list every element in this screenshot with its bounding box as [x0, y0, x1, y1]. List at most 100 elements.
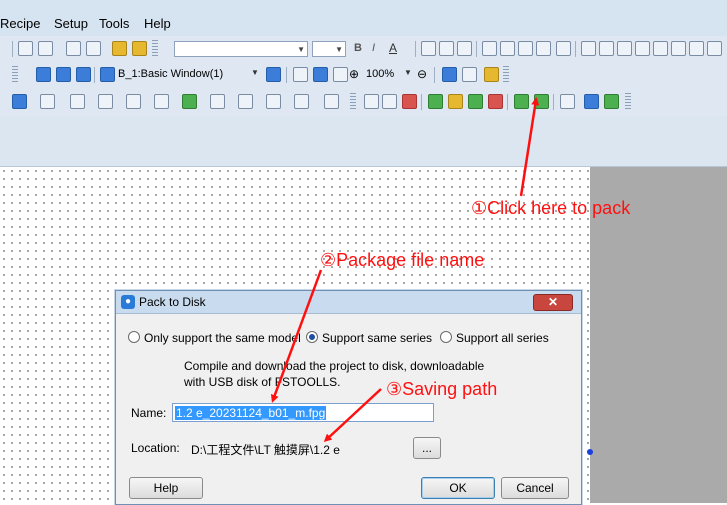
chart-icon[interactable]: [70, 94, 85, 109]
slider-icon[interactable]: [154, 94, 169, 109]
radio-button[interactable]: [306, 331, 318, 343]
separator: [94, 67, 95, 83]
radio-same-model[interactable]: Only support the same model: [128, 331, 301, 345]
bold-icon[interactable]: B: [354, 42, 362, 54]
italic-icon[interactable]: I: [372, 42, 375, 54]
text-effect-icon[interactable]: [653, 41, 668, 56]
radio-all-series[interactable]: Support all series: [440, 331, 549, 345]
tool-icon[interactable]: [402, 94, 417, 109]
simulate-icon[interactable]: [514, 94, 529, 109]
radio-button[interactable]: [440, 331, 452, 343]
layer-icon[interactable]: [482, 41, 497, 56]
toolbar-gripper[interactable]: [12, 66, 18, 84]
zoom-out-icon[interactable]: ⊖: [417, 67, 427, 81]
pack-to-disk-icon[interactable]: [448, 94, 463, 109]
window-icon[interactable]: [293, 67, 308, 82]
chevron-down-icon[interactable]: ▼: [404, 68, 412, 77]
csv-icon[interactable]: [584, 94, 599, 109]
separator: [434, 67, 435, 83]
align-icon[interactable]: [18, 41, 33, 56]
layer-icon[interactable]: [500, 41, 515, 56]
browse-button[interactable]: ...: [413, 437, 441, 459]
layer-icon[interactable]: [518, 41, 533, 56]
window-select[interactable]: B_1:Basic Window(1): [118, 68, 223, 80]
menu-recipe[interactable]: Recipe: [0, 16, 40, 31]
layer-icon[interactable]: [536, 41, 551, 56]
toolbar-gripper[interactable]: [625, 93, 631, 111]
align-icon[interactable]: [38, 41, 53, 56]
move-icon[interactable]: [182, 94, 197, 109]
table-icon[interactable]: [126, 94, 141, 109]
toolbar-gripper[interactable]: [503, 66, 509, 84]
unlock-icon[interactable]: [132, 41, 147, 56]
font-color-icon[interactable]: A: [389, 41, 397, 55]
grid-icon[interactable]: [442, 67, 457, 82]
text-effect-icon[interactable]: [635, 41, 650, 56]
separator: [421, 94, 422, 110]
attention-icon[interactable]: [484, 67, 499, 82]
object-icon[interactable]: [266, 94, 281, 109]
memory-icon[interactable]: [604, 94, 619, 109]
meter-icon[interactable]: [98, 94, 113, 109]
menu-tools[interactable]: Tools: [99, 16, 129, 31]
text-effect-icon[interactable]: [671, 41, 686, 56]
ok-button[interactable]: OK: [421, 477, 495, 499]
resize-handle[interactable]: [587, 449, 593, 455]
zoom-value[interactable]: 100%: [366, 68, 394, 80]
lock-icon[interactable]: [112, 41, 127, 56]
window-icon[interactable]: [333, 67, 348, 82]
object-icon[interactable]: [238, 94, 253, 109]
text-effect-icon[interactable]: [707, 41, 722, 56]
compile-icon[interactable]: [428, 94, 443, 109]
ungroup-icon[interactable]: [86, 41, 101, 56]
menu-setup[interactable]: Setup: [54, 16, 88, 31]
snap-icon[interactable]: [462, 67, 477, 82]
help-button[interactable]: Help: [129, 477, 203, 499]
window-icon[interactable]: [313, 67, 328, 82]
object-icon[interactable]: [40, 94, 55, 109]
text-size-icon[interactable]: [599, 41, 614, 56]
align-right-icon[interactable]: [457, 41, 472, 56]
window-settings-icon[interactable]: [76, 67, 91, 82]
annotation-path: ③Saving path: [386, 379, 498, 399]
radio-button[interactable]: [128, 331, 140, 343]
text-effect-icon[interactable]: [689, 41, 704, 56]
name-field[interactable]: 1.2 e_20231124_b01_m.fpg: [172, 403, 434, 422]
display-icon[interactable]: [210, 94, 225, 109]
trend-icon[interactable]: [324, 94, 339, 109]
group-icon[interactable]: [66, 41, 81, 56]
zoom-in-icon[interactable]: ⊕: [349, 67, 359, 81]
cancel-button[interactable]: Cancel: [501, 477, 569, 499]
open-window-icon[interactable]: [266, 67, 281, 82]
simulate-online-icon[interactable]: [534, 94, 549, 109]
toolbar-gripper[interactable]: [350, 93, 356, 111]
window-icon[interactable]: [56, 67, 71, 82]
window-icon[interactable]: [36, 67, 51, 82]
menu-help[interactable]: Help: [144, 16, 171, 31]
settings-icon[interactable]: [560, 94, 575, 109]
align-left-icon[interactable]: [421, 41, 436, 56]
separator: [286, 67, 287, 83]
tool-icon[interactable]: [382, 94, 397, 109]
input-icon[interactable]: [294, 94, 309, 109]
text-effect-icon[interactable]: [617, 41, 632, 56]
text-size-icon[interactable]: [581, 41, 596, 56]
annotation-pack: ①Click here to pack: [471, 198, 631, 218]
dialog-titlebar[interactable]: ● Pack to Disk ✕: [116, 291, 581, 314]
chevron-down-icon[interactable]: ▼: [251, 68, 259, 77]
tool-icon[interactable]: [488, 94, 503, 109]
clock-icon[interactable]: [12, 94, 27, 109]
location-label: Location:: [131, 441, 180, 455]
tool-icon[interactable]: [364, 94, 379, 109]
font-name-select[interactable]: ▼: [174, 41, 308, 57]
font-size-select[interactable]: ▼: [312, 41, 346, 57]
download-icon[interactable]: [468, 94, 483, 109]
align-center-icon[interactable]: [439, 41, 454, 56]
frame-icon[interactable]: [556, 41, 571, 56]
radio-same-series[interactable]: Support same series: [306, 331, 432, 345]
radio-label: Support same series: [322, 331, 433, 345]
close-button[interactable]: ✕: [533, 294, 573, 311]
toolbar-gripper[interactable]: [152, 40, 158, 58]
name-field-value: 1.2 e_20231124_b01_m.fpg: [175, 406, 327, 420]
description-line2: with USB disk of FSTOOLLS.: [184, 375, 341, 389]
